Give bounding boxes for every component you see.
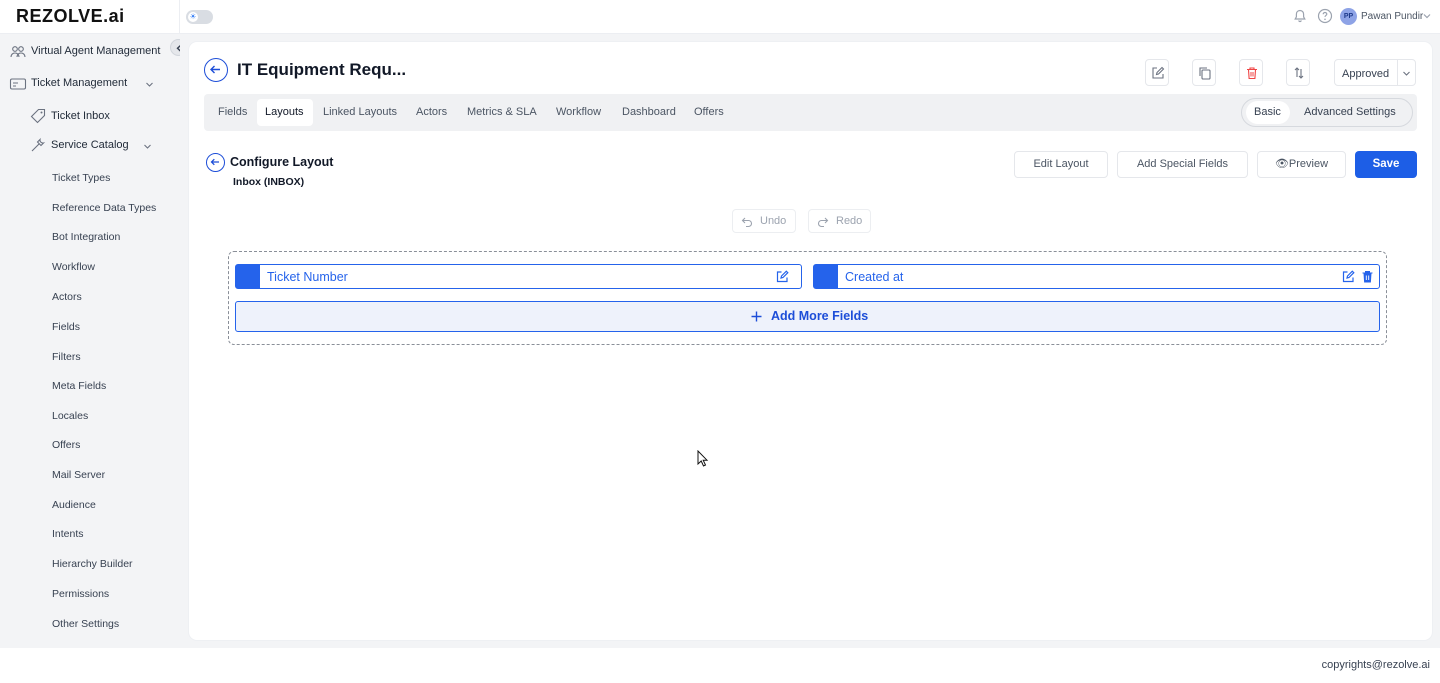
- theme-toggle[interactable]: ☀: [186, 10, 213, 24]
- preview-label: Preview: [1288, 158, 1329, 170]
- sidebar-item-audience[interactable]: Audience: [52, 499, 96, 511]
- delete-button[interactable]: [1239, 59, 1263, 86]
- chevron-down-icon: [1403, 71, 1410, 76]
- copyright-text: copyrights@rezolve.ai: [1321, 659, 1430, 671]
- layout-field-ticket-number[interactable]: Ticket Number: [235, 264, 802, 289]
- sidebar-item-mail-server[interactable]: Mail Server: [52, 469, 105, 481]
- duplicate-button[interactable]: [1192, 59, 1216, 86]
- chevron-down-icon[interactable]: [143, 142, 152, 151]
- back-button[interactable]: [204, 58, 228, 82]
- advanced-settings-button[interactable]: Advanced Settings: [1304, 106, 1396, 118]
- sun-icon: ☀: [188, 12, 198, 22]
- tab-workflow[interactable]: Workflow: [556, 106, 601, 118]
- edit-button[interactable]: [1145, 59, 1169, 86]
- configure-title: Configure Layout: [230, 155, 334, 169]
- eye-icon: 👁: [1274, 158, 1289, 170]
- save-button[interactable]: Save: [1355, 151, 1417, 178]
- sidebar-item-service-catalog[interactable]: Service Catalog: [51, 139, 129, 151]
- sidebar-item-filters[interactable]: Filters: [52, 351, 81, 363]
- sidebar-item-other-settings[interactable]: Other Settings: [52, 618, 119, 630]
- page-title: IT Equipment Requ...: [237, 60, 407, 79]
- tab-offers[interactable]: Offers: [694, 106, 724, 118]
- sidebar-item-ticket-inbox[interactable]: Ticket Inbox: [51, 110, 110, 122]
- add-more-fields-label: Add More Fields: [771, 309, 869, 323]
- tab-actors[interactable]: Actors: [416, 106, 447, 118]
- tab-fields[interactable]: Fields: [218, 106, 247, 118]
- undo-button[interactable]: Undo: [732, 209, 796, 233]
- trash-icon[interactable]: [1361, 270, 1374, 283]
- sidebar: [0, 34, 180, 648]
- user-name[interactable]: Pawan Pundir: [1361, 11, 1423, 22]
- tab-layouts[interactable]: Layouts: [265, 106, 304, 118]
- ticket-card-icon: [9, 78, 27, 90]
- sidebar-item-offers[interactable]: Offers: [52, 439, 80, 451]
- edit-icon[interactable]: [776, 270, 789, 283]
- tab-linked-layouts[interactable]: Linked Layouts: [323, 106, 397, 118]
- users-icon: [10, 46, 26, 58]
- drag-handle[interactable]: [814, 265, 838, 288]
- sidebar-item-virtual-agent-management[interactable]: Virtual Agent Management: [31, 45, 160, 57]
- trash-icon: [1247, 67, 1257, 80]
- arrow-left-icon: [210, 65, 220, 74]
- tag-icon: [30, 108, 46, 124]
- sidebar-item-ticket-management[interactable]: Ticket Management: [31, 77, 127, 89]
- undo-icon: [741, 217, 752, 228]
- layout-field-created-at[interactable]: Created at: [813, 264, 1380, 289]
- configure-back-button[interactable]: [206, 153, 225, 172]
- edit-layout-button[interactable]: Edit Layout: [1014, 151, 1108, 178]
- undo-label: Undo: [760, 215, 787, 227]
- sidebar-item-reference-data-types[interactable]: Reference Data Types: [52, 202, 156, 214]
- edit-icon: [1152, 66, 1165, 79]
- configure-subtitle: Inbox (INBOX): [233, 176, 305, 188]
- field-name: Created at: [845, 270, 904, 284]
- sidebar-item-bot-integration[interactable]: Bot Integration: [52, 231, 120, 243]
- drag-handle[interactable]: [236, 265, 260, 288]
- logo-divider: [179, 0, 180, 34]
- redo-label: Redo: [836, 215, 863, 227]
- add-more-fields-button[interactable]: Add More Fields: [235, 301, 1380, 332]
- mouse-cursor-icon: [697, 450, 709, 467]
- sidebar-item-meta-fields[interactable]: Meta Fields: [52, 380, 106, 392]
- sidebar-item-fields[interactable]: Fields: [52, 321, 80, 333]
- sidebar-item-locales[interactable]: Locales: [52, 410, 88, 422]
- sidebar-item-workflow[interactable]: Workflow: [52, 261, 95, 273]
- status-value: Approved: [1342, 68, 1390, 80]
- field-name: Ticket Number: [267, 270, 348, 284]
- dropdown-divider: [1397, 60, 1398, 85]
- avatar[interactable]: PP: [1340, 8, 1357, 25]
- copy-icon: [1199, 67, 1211, 80]
- tab-dashboard[interactable]: Dashboard: [622, 106, 676, 118]
- status-dropdown[interactable]: Approved: [1334, 59, 1416, 86]
- bell-icon[interactable]: [1292, 8, 1308, 24]
- basic-mode-button[interactable]: Basic: [1254, 106, 1281, 118]
- sidebar-item-ticket-types[interactable]: Ticket Types: [52, 172, 110, 184]
- sidebar-item-actors[interactable]: Actors: [52, 291, 82, 303]
- redo-button[interactable]: Redo: [808, 209, 871, 233]
- wrench-icon: [31, 137, 46, 152]
- arrow-left-icon: [210, 158, 219, 166]
- sidebar-item-hierarchy-builder[interactable]: Hierarchy Builder: [52, 558, 133, 570]
- redo-icon: [818, 217, 829, 228]
- tab-metrics-sla[interactable]: Metrics & SLA: [467, 106, 537, 118]
- swap-vertical-icon: [1294, 67, 1304, 79]
- plus-icon: [751, 311, 762, 322]
- chevron-down-icon[interactable]: [145, 80, 154, 89]
- sidebar-item-permissions[interactable]: Permissions: [52, 588, 109, 600]
- chevron-down-icon[interactable]: [1423, 12, 1431, 20]
- edit-icon[interactable]: [1342, 270, 1355, 283]
- footer: copyrights@rezolve.ai: [0, 648, 1440, 683]
- sidebar-item-intents[interactable]: Intents: [52, 528, 84, 540]
- add-special-fields-button[interactable]: Add Special Fields: [1117, 151, 1248, 178]
- brand-logo[interactable]: REZOLVE.ai: [16, 6, 125, 27]
- help-icon[interactable]: [1317, 8, 1333, 24]
- preview-button[interactable]: 👁Preview: [1257, 151, 1346, 178]
- sort-button[interactable]: [1286, 59, 1310, 86]
- top-bar: REZOLVE.ai ☀ PP Pawan Pundir: [0, 0, 1440, 34]
